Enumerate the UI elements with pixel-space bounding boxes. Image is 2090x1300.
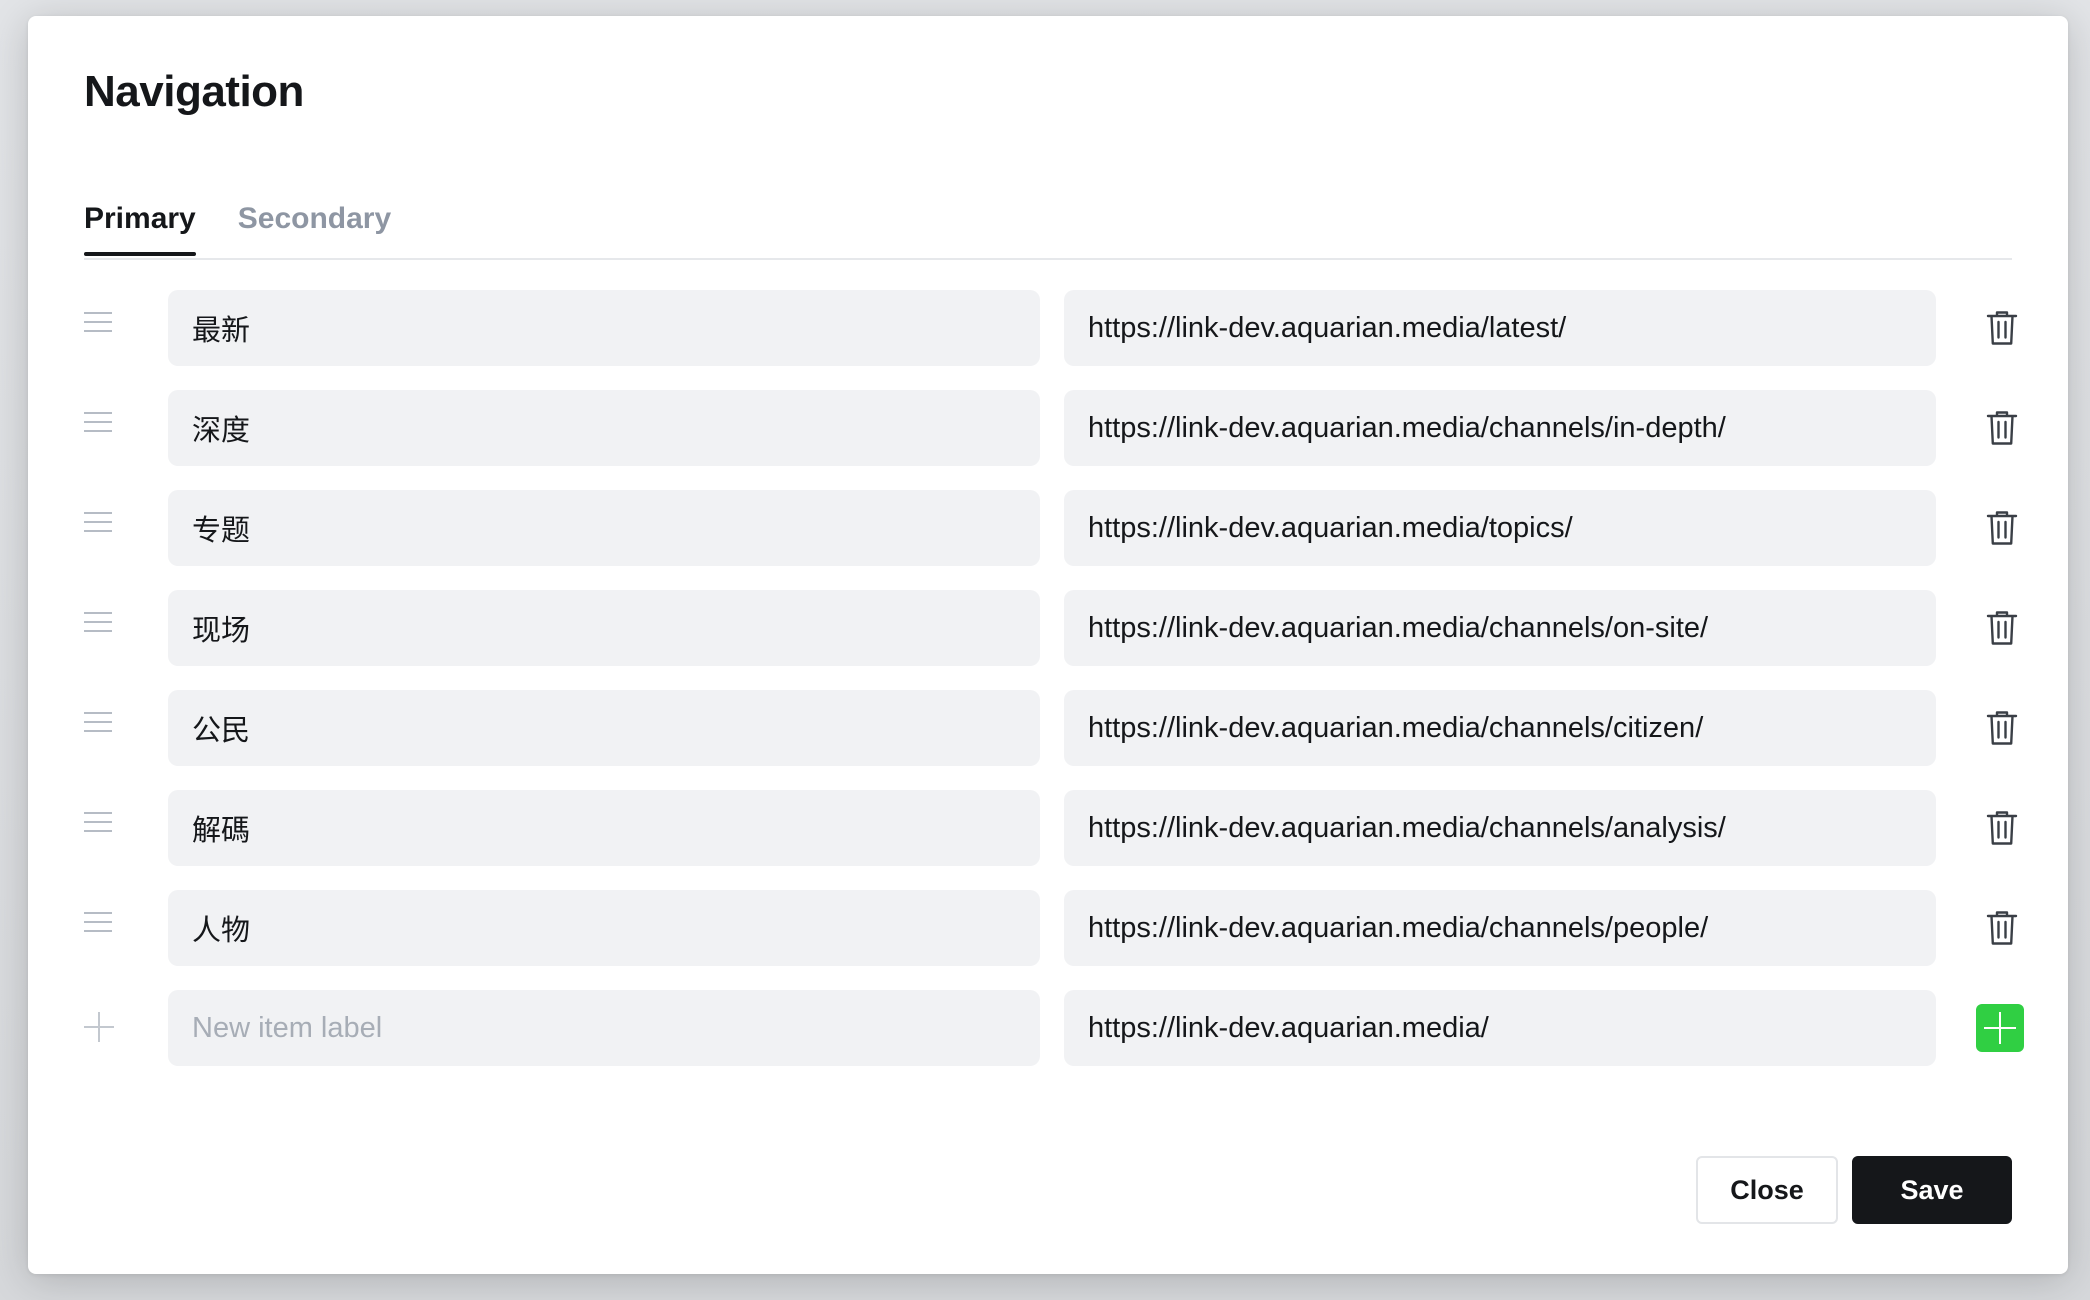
item-label-input[interactable]: [168, 790, 1040, 866]
item-url-input[interactable]: [1064, 490, 1936, 566]
item-url-input[interactable]: [1064, 290, 1936, 366]
modal-title: Navigation: [84, 67, 304, 116]
new-item-row: [84, 990, 2034, 1066]
new-item-url-input[interactable]: [1064, 990, 1936, 1066]
item-label-input[interactable]: [168, 690, 1040, 766]
save-button[interactable]: Save: [1852, 1156, 2012, 1224]
item-label-input[interactable]: [168, 390, 1040, 466]
item-label-input[interactable]: [168, 590, 1040, 666]
drag-handle-icon[interactable]: [84, 512, 114, 544]
trash-icon[interactable]: [1984, 509, 2020, 547]
nav-item-row: [84, 490, 2034, 566]
trash-icon[interactable]: [1984, 409, 2020, 447]
item-url-input[interactable]: [1064, 690, 1936, 766]
drag-handle-icon[interactable]: [84, 412, 114, 444]
item-url-input[interactable]: [1064, 390, 1936, 466]
nav-item-row: [84, 390, 2034, 466]
tab-bar: Primary Secondary: [84, 196, 2012, 260]
item-label-input[interactable]: [168, 890, 1040, 966]
nav-item-row: [84, 690, 2034, 766]
item-label-input[interactable]: [168, 490, 1040, 566]
drag-handle-icon[interactable]: [84, 812, 114, 844]
nav-item-row: [84, 890, 2034, 966]
item-label-input[interactable]: [168, 290, 1040, 366]
item-url-input[interactable]: [1064, 790, 1936, 866]
new-item-label-input[interactable]: [168, 990, 1040, 1066]
drag-handle-icon[interactable]: [84, 912, 114, 944]
tab-primary[interactable]: Primary: [84, 196, 196, 256]
nav-item-row: [84, 790, 2034, 866]
nav-item-row: [84, 290, 2034, 366]
plus-icon: [84, 1010, 114, 1044]
nav-item-list: [84, 290, 2034, 1090]
trash-icon[interactable]: [1984, 909, 2020, 947]
drag-handle-icon[interactable]: [84, 312, 114, 344]
trash-icon[interactable]: [1984, 609, 2020, 647]
trash-icon[interactable]: [1984, 309, 2020, 347]
tab-secondary[interactable]: Secondary: [238, 196, 391, 252]
item-url-input[interactable]: [1064, 890, 1936, 966]
item-url-input[interactable]: [1064, 590, 1936, 666]
add-item-button[interactable]: [1976, 1004, 2024, 1052]
trash-icon[interactable]: [1984, 809, 2020, 847]
drag-handle-icon[interactable]: [84, 712, 114, 744]
nav-item-row: [84, 590, 2034, 666]
trash-icon[interactable]: [1984, 709, 2020, 747]
navigation-modal: Navigation Primary Secondary 最新 https://…: [28, 16, 2068, 1274]
drag-handle-icon[interactable]: [84, 612, 114, 644]
close-button[interactable]: Close: [1696, 1156, 1838, 1224]
